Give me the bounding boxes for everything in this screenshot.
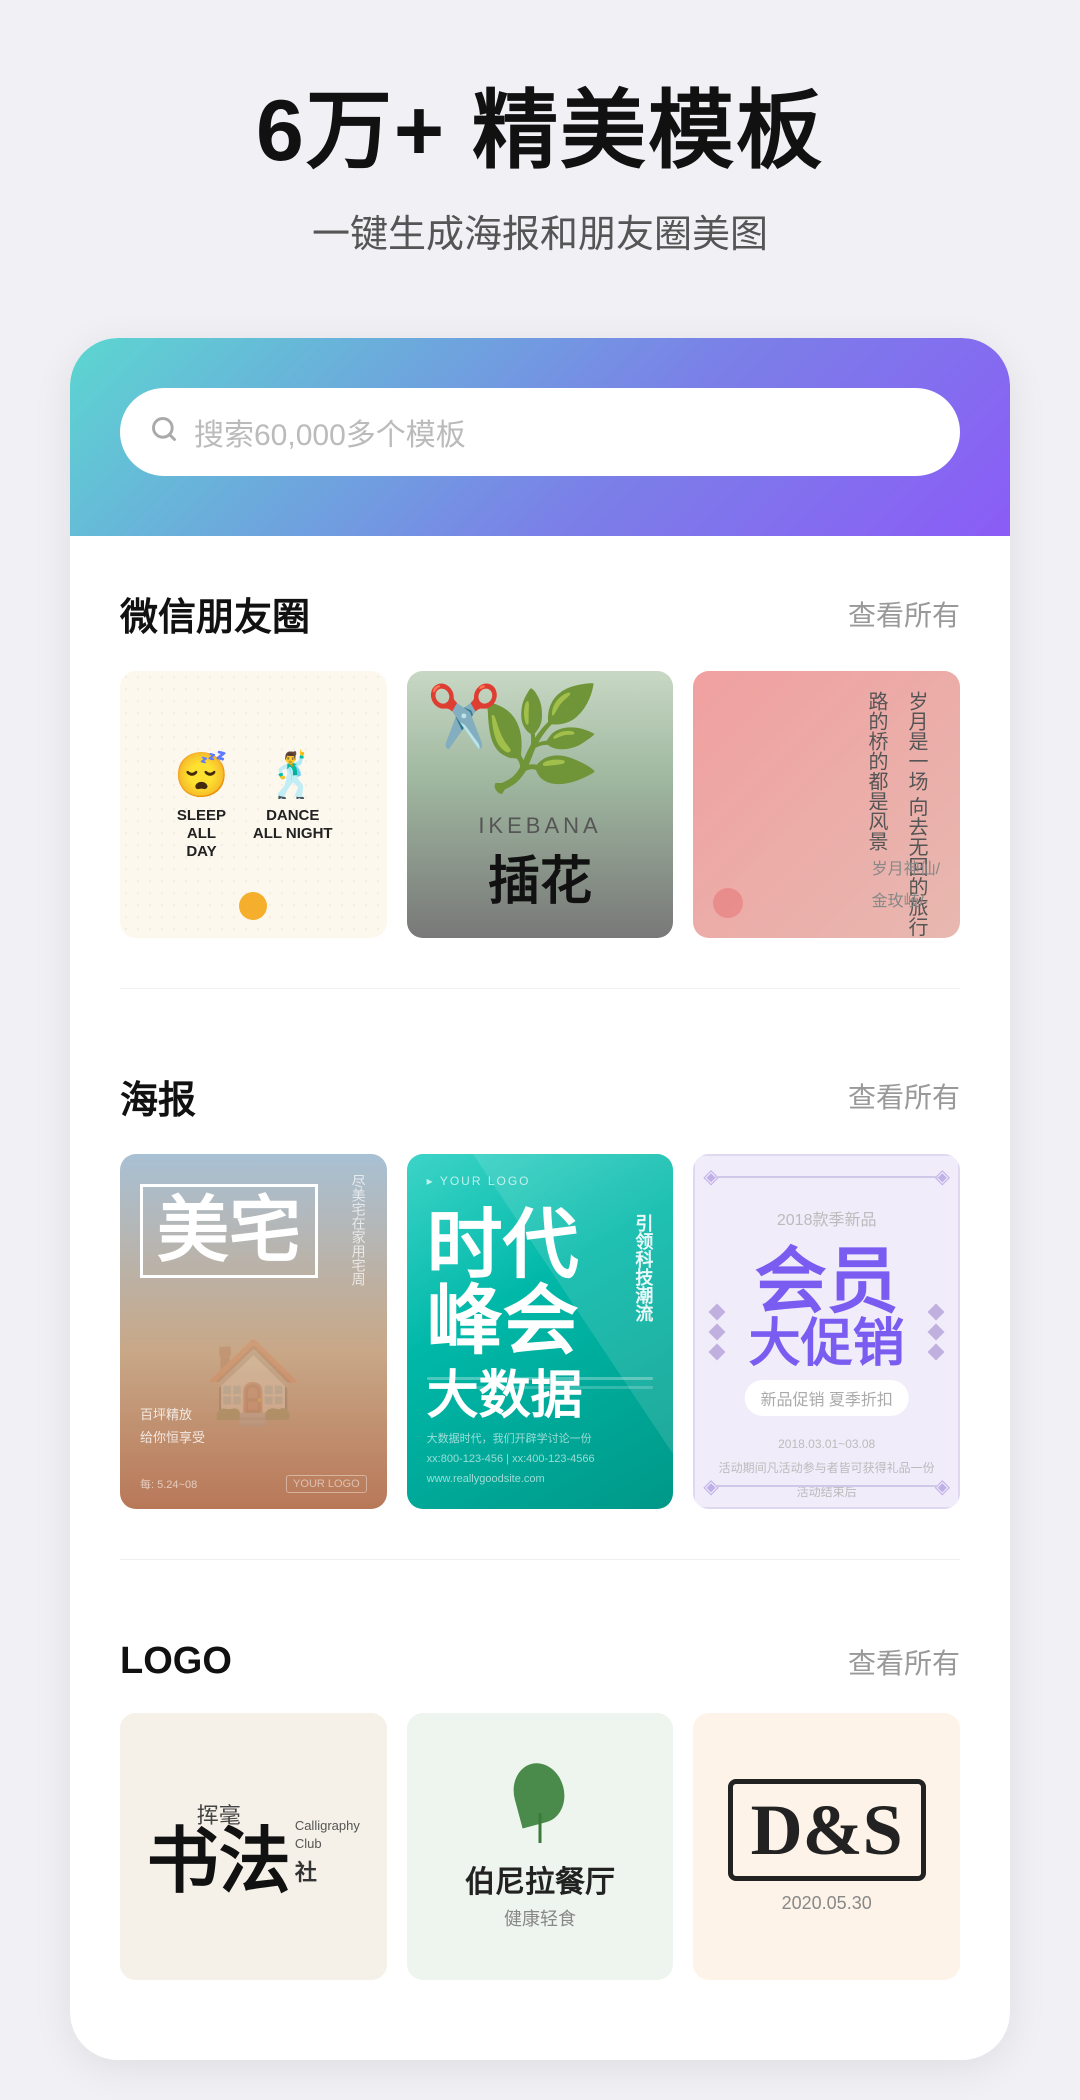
- wechat-section-header: 微信朋友圈 查看所有: [120, 586, 960, 641]
- poster1-detail1: 百坪精放: [140, 1403, 205, 1426]
- poem-author1: 岁月神仙/: [872, 854, 940, 886]
- dance-character: 🕺 DANCEALL NIGHT: [253, 749, 333, 861]
- poster3-promo1: 2018.03.01~03.08: [715, 1432, 938, 1456]
- logo-section-title: LOGO: [120, 1640, 232, 1683]
- poster2-desc2: xx:800-123-456 | xx:400-123-4566: [427, 1450, 654, 1470]
- ikebana-cn: 插花: [407, 839, 674, 914]
- logo-section-header: LOGO 查看所有: [120, 1640, 960, 1683]
- card1-badge: [239, 892, 267, 920]
- restaurant-name: 伯尼拉餐厅: [465, 1857, 615, 1901]
- poster-template-3[interactable]: ◈ ◈ ◈ ◈ 2018款季新品 会员 大促销 新品促销 夏季折扣: [693, 1154, 960, 1510]
- logo-template-1[interactable]: 挥毫 书法 Calligraphy Club 社: [120, 1713, 387, 1980]
- calligraphy-she: 社: [295, 1855, 360, 1887]
- wechat-template-3[interactable]: 岁月是一场 向去无回的旅行 路的桥的都是风景 岁月神仙/ 金玫岐/: [693, 671, 960, 938]
- poster3-promo3: 活动结束后: [715, 1480, 938, 1504]
- dance-emoji: 🕺: [265, 749, 320, 801]
- calligraphy-en1: Calligraphy: [295, 1817, 360, 1835]
- sleep-emoji: 😴: [174, 749, 229, 801]
- wechat-section-title: 微信朋友圈: [120, 586, 310, 641]
- logo-template-2[interactable]: 伯尼拉餐厅 健康轻食: [407, 1713, 674, 1980]
- poster1-detail2: 给你恒享受: [140, 1426, 205, 1449]
- poster1-logo: YOUR LOGO: [286, 1475, 367, 1493]
- poem-line3: 路的桥的都是风景: [865, 691, 887, 851]
- poster3-year: 2018款季新品: [715, 1206, 938, 1230]
- poem-author2: 金玫岐/: [872, 886, 940, 918]
- poster2-desc1: 大数据时代，我们开辟学讨论一份: [427, 1430, 654, 1450]
- poster-template-grid: 尽美宅在家用宅周 美宅 百坪精放 给你恒享受 每: 5.24~08 YOUR L…: [120, 1154, 960, 1510]
- logo-template-3[interactable]: D&S 2020.05.30: [693, 1713, 960, 1980]
- poster1-subtitle: 尽美宅在家用宅周: [351, 1174, 367, 1286]
- ds-date: 2020.05.30: [782, 1893, 872, 1914]
- poster-section: 海报 查看所有 尽美宅在家用宅周 美宅 百坪精放 给你恒享受: [70, 1019, 1010, 1530]
- poster-view-all[interactable]: 查看所有: [848, 1076, 960, 1116]
- sleep-label: SLEEPALLDAY: [177, 807, 226, 861]
- poster-section-title: 海报: [120, 1069, 196, 1124]
- hero-title: 6万+ 精美模板: [60, 80, 1020, 183]
- search-bar[interactable]: 搜索60,000多个模板: [120, 388, 960, 476]
- restaurant-sub: 健康轻食: [465, 1905, 615, 1931]
- hero-section: 6万+ 精美模板 一键生成海报和朋友圈美图: [0, 0, 1080, 298]
- poster2-side: 引领科技潮流: [633, 1214, 653, 1322]
- sleep-character: 😴 SLEEPALLDAY: [174, 749, 229, 861]
- poster-section-header: 海报 查看所有: [120, 1069, 960, 1124]
- search-placeholder-text: 搜索60,000多个模板: [194, 410, 466, 454]
- logo-template-grid: 挥毫 书法 Calligraphy Club 社: [120, 1713, 960, 1980]
- poster3-sub: 新品促销 夏季折扣: [744, 1380, 908, 1416]
- poster1-title: 美宅: [140, 1184, 318, 1278]
- ds-letters: D&S: [728, 1779, 926, 1881]
- search-icon: [150, 415, 178, 450]
- poster3-title1: 会员: [715, 1246, 938, 1318]
- dance-label: DANCEALL NIGHT: [253, 807, 333, 843]
- wechat-view-all[interactable]: 查看所有: [848, 594, 960, 634]
- calligraphy-main: 书法: [147, 1830, 291, 1895]
- ikebana-en: IKEBANA: [407, 813, 674, 839]
- app-card: 搜索60,000多个模板 微信朋友圈 查看所有 😴 SLEEPALLDAY: [70, 338, 1010, 2060]
- logo-view-all[interactable]: 查看所有: [848, 1642, 960, 1682]
- logo-section: LOGO 查看所有 挥毫 书法 Calligraphy Club 社: [70, 1590, 1010, 2000]
- poster3-promo2: 活动期间凡活动参与者皆可获得礼品一份: [715, 1456, 938, 1480]
- wechat-template-grid: 😴 SLEEPALLDAY 🕺 DANCEALL NIGHT: [120, 671, 960, 938]
- poster-template-2[interactable]: ▸ YOUR LOGO 引领科技潮流 时代峰会 大数据: [407, 1154, 674, 1510]
- poem-line1: 岁月是一场: [905, 691, 927, 791]
- poster3-title2: 大促销: [715, 1318, 938, 1370]
- poster-template-1[interactable]: 尽美宅在家用宅周 美宅 百坪精放 给你恒享受 每: 5.24~08 YOUR L…: [120, 1154, 387, 1510]
- poster2-url: www.reallygoodsite.com: [427, 1470, 654, 1490]
- wechat-section: 微信朋友圈 查看所有 😴 SLEEPALLDAY 🕺: [70, 536, 1010, 958]
- wechat-template-1[interactable]: 😴 SLEEPALLDAY 🕺 DANCEALL NIGHT: [120, 671, 387, 938]
- wechat-template-2[interactable]: 🌿 ✂️ IKEBANA 插花: [407, 671, 674, 938]
- hero-subtitle: 一键生成海报和朋友圈美图: [60, 203, 1020, 258]
- search-header: 搜索60,000多个模板: [70, 338, 1010, 536]
- calligraphy-en2: Club: [295, 1835, 360, 1853]
